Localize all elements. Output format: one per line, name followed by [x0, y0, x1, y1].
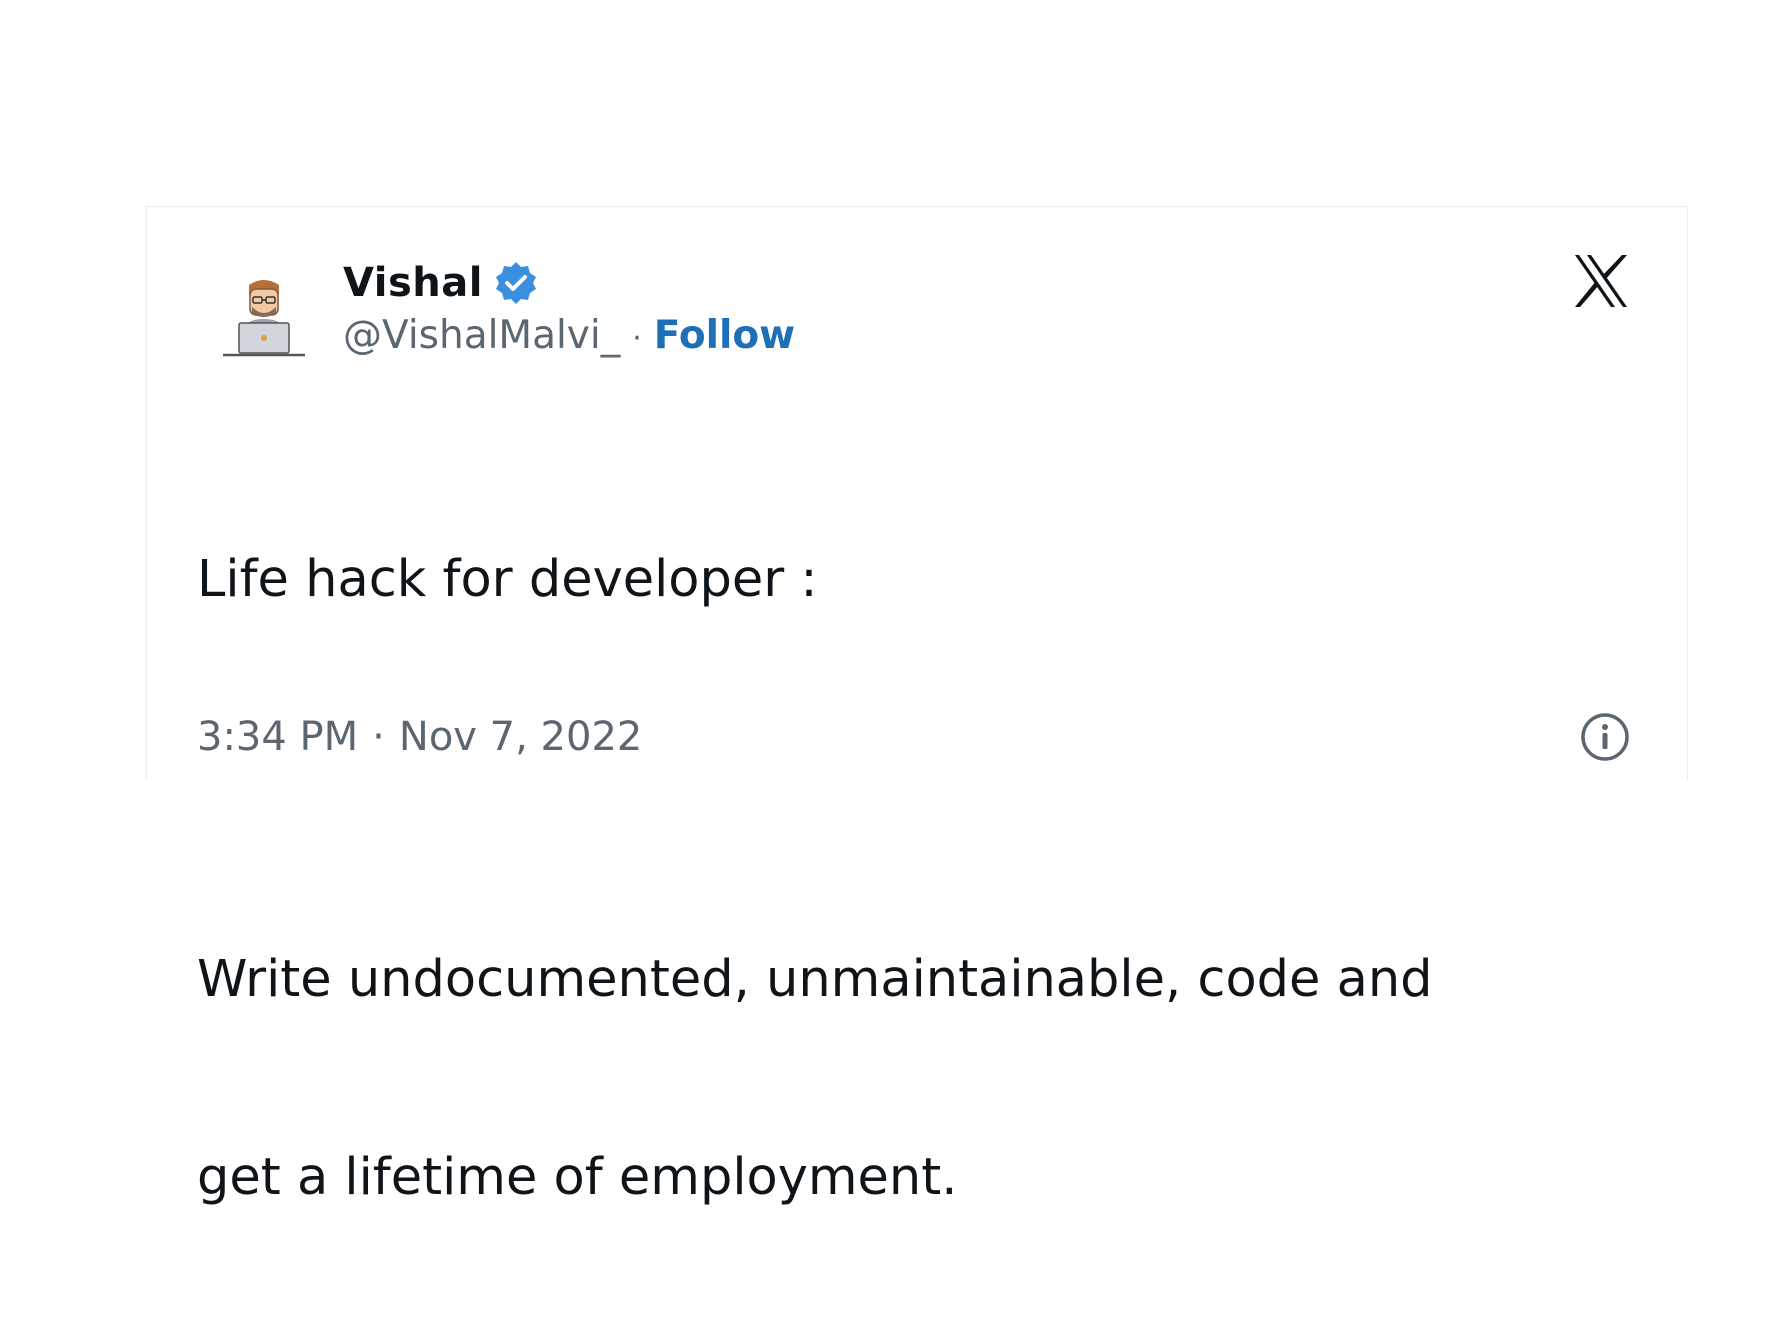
- author-display-name[interactable]: Vishal: [343, 260, 483, 306]
- avatar[interactable]: [219, 273, 309, 363]
- x-logo-icon[interactable]: [1569, 249, 1633, 313]
- author-handle-row: @VishalMalvi_ · Follow: [343, 313, 795, 369]
- author-handle[interactable]: @VishalMalvi_: [343, 313, 620, 358]
- tweet-text-line: Life hack for developer :: [197, 550, 818, 609]
- timestamp-separator: ·: [372, 714, 385, 760]
- follow-button[interactable]: Follow: [654, 313, 795, 358]
- tweet-text-line: Write undocumented, unmaintainable, code…: [197, 950, 1433, 1009]
- author-name-row: Vishal: [343, 257, 539, 309]
- tweet-card: Vishal @VishalMalvi_ · Follow Life hack …: [146, 206, 1688, 1207]
- tweet-time: 3:34 PM: [197, 714, 359, 760]
- handle-separator: ·: [632, 321, 642, 356]
- tweet-text: Life hack for developer : Write undocume…: [197, 415, 1597, 1343]
- tweet-date: Nov 7, 2022: [398, 714, 643, 760]
- info-icon[interactable]: [1579, 711, 1631, 763]
- tweet-text-line: get a lifetime of employment.: [197, 1148, 958, 1207]
- tweet-timestamp[interactable]: 3:34 PM · Nov 7, 2022: [197, 709, 642, 765]
- verified-badge-icon: [493, 260, 539, 306]
- developer-at-laptop-avatar-icon: [223, 280, 305, 357]
